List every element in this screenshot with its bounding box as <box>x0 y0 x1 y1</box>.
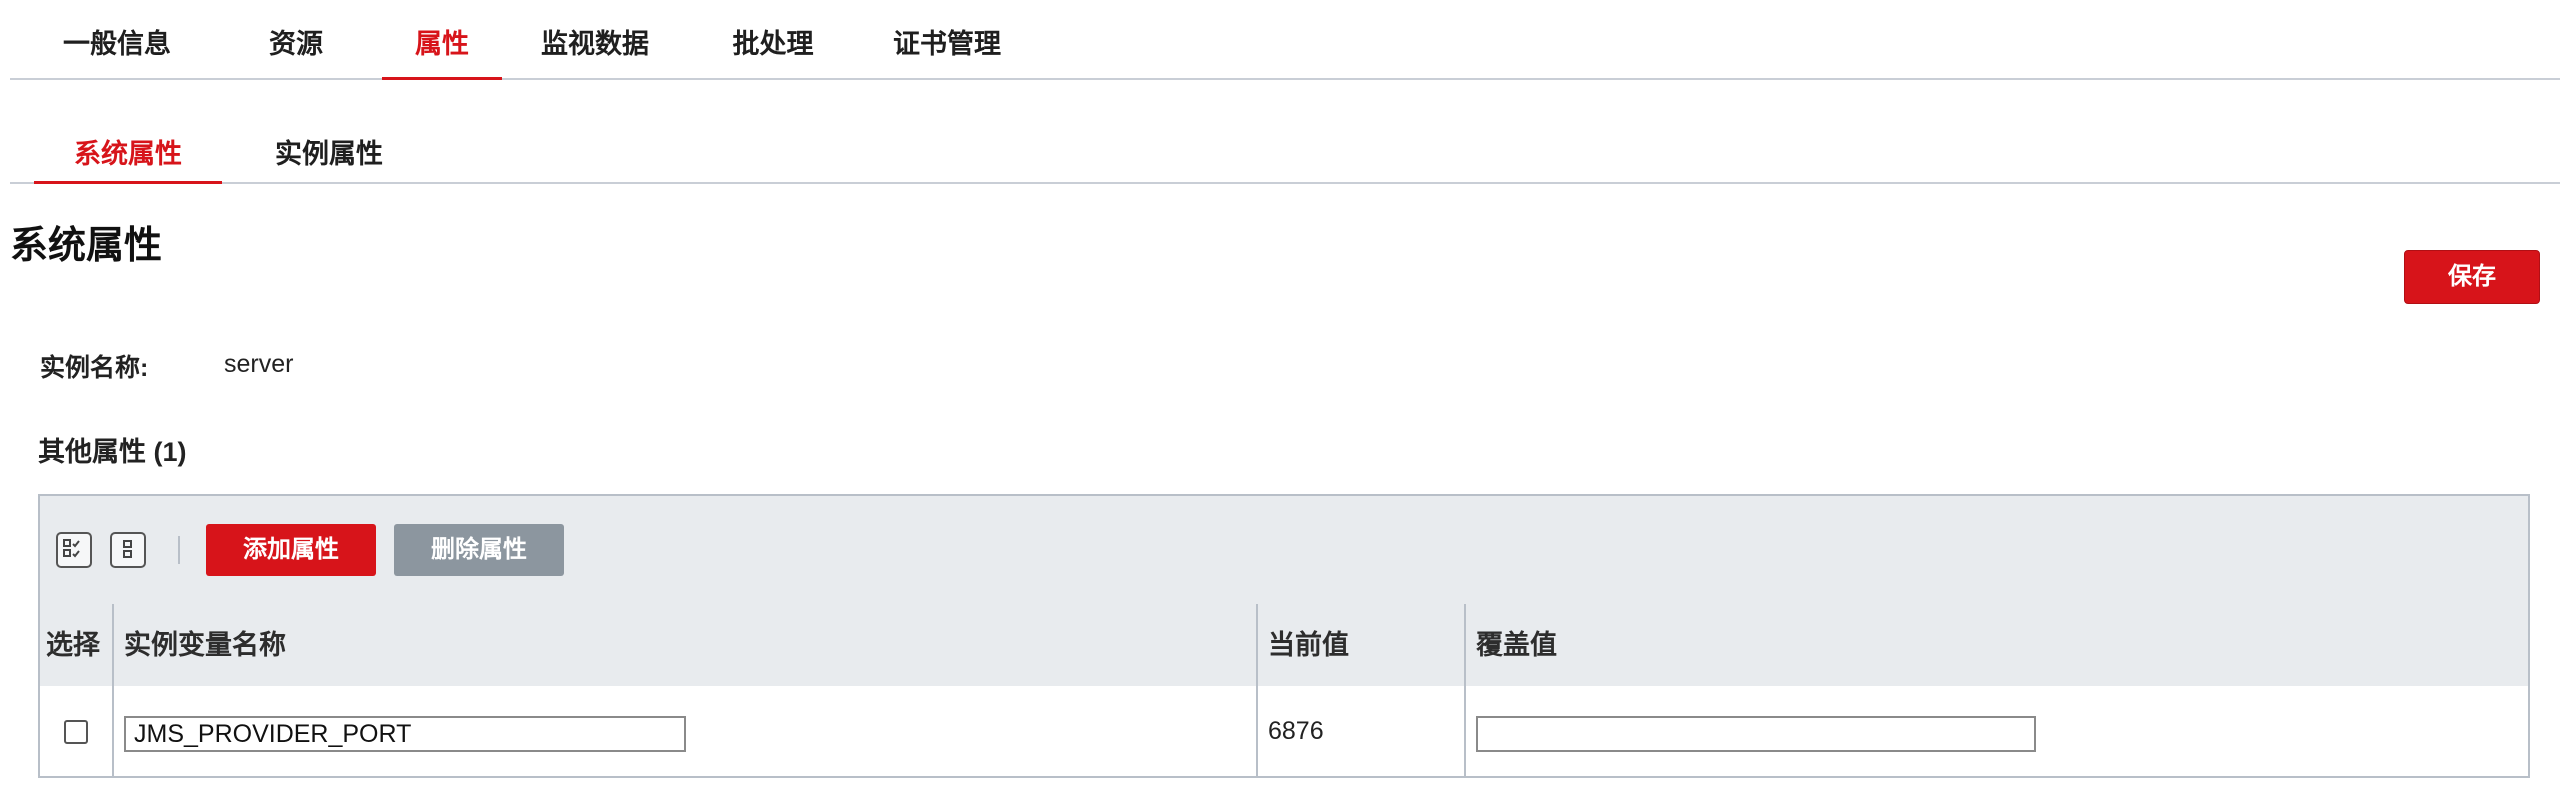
save-button[interactable]: 保存 <box>2404 250 2540 304</box>
top-tab-bar: 一般信息 资源 属性 监视数据 批处理 证书管理 <box>10 0 2560 80</box>
tab-general-info[interactable]: 一般信息 <box>62 0 172 78</box>
page: 一般信息 资源 属性 监视数据 批处理 证书管理 系统属性 实例属性 系统属性 … <box>0 0 2560 802</box>
tab-instance-properties[interactable]: 实例属性 <box>254 78 404 182</box>
column-header-current-value[interactable]: 当前值 <box>1258 604 1466 686</box>
tab-batch[interactable]: 批处理 <box>718 0 828 78</box>
toolbar-divider <box>178 536 180 564</box>
tab-resources[interactable]: 资源 <box>256 0 336 78</box>
override-value-input[interactable] <box>1476 716 2036 752</box>
variable-name-input[interactable]: JMS_PROVIDER_PORT <box>124 716 686 752</box>
tab-monitoring-data[interactable]: 监视数据 <box>530 0 660 78</box>
current-value-cell: 6876 <box>1258 686 1466 776</box>
select-all-icon[interactable] <box>56 532 92 568</box>
column-header-override-value[interactable]: 覆盖值 <box>1466 604 2528 686</box>
row-checkbox[interactable] <box>64 720 88 744</box>
select-cell <box>40 686 114 776</box>
column-header-select: 选择 <box>40 604 114 686</box>
deselect-all-icon[interactable] <box>110 532 146 568</box>
sub-tab-bar: 系统属性 实例属性 <box>10 78 2560 184</box>
tab-system-properties[interactable]: 系统属性 <box>34 78 222 184</box>
instance-name-value: server <box>224 350 294 378</box>
instance-name-label: 实例名称: <box>40 354 149 382</box>
page-title: 系统属性 <box>10 225 163 267</box>
delete-property-button[interactable]: 删除属性 <box>394 524 564 576</box>
add-property-button[interactable]: 添加属性 <box>206 524 376 576</box>
properties-table: 添加属性 删除属性 选择 实例变量名称 当前值 覆盖值 JMS_PROVIDER… <box>38 494 2530 778</box>
tab-certificate-management[interactable]: 证书管理 <box>882 0 1012 78</box>
variable-name-cell: JMS_PROVIDER_PORT <box>114 686 1258 776</box>
other-properties-title: 其他属性 (1) <box>38 437 187 467</box>
table-row: JMS_PROVIDER_PORT 6876 <box>40 686 2528 776</box>
table-toolbar: 添加属性 删除属性 <box>40 496 2528 606</box>
column-header-variable-name[interactable]: 实例变量名称 <box>114 604 1258 686</box>
override-value-cell <box>1466 686 2528 776</box>
table-header: 选择 实例变量名称 当前值 覆盖值 <box>40 604 2528 688</box>
tab-properties[interactable]: 属性 <box>382 0 502 80</box>
